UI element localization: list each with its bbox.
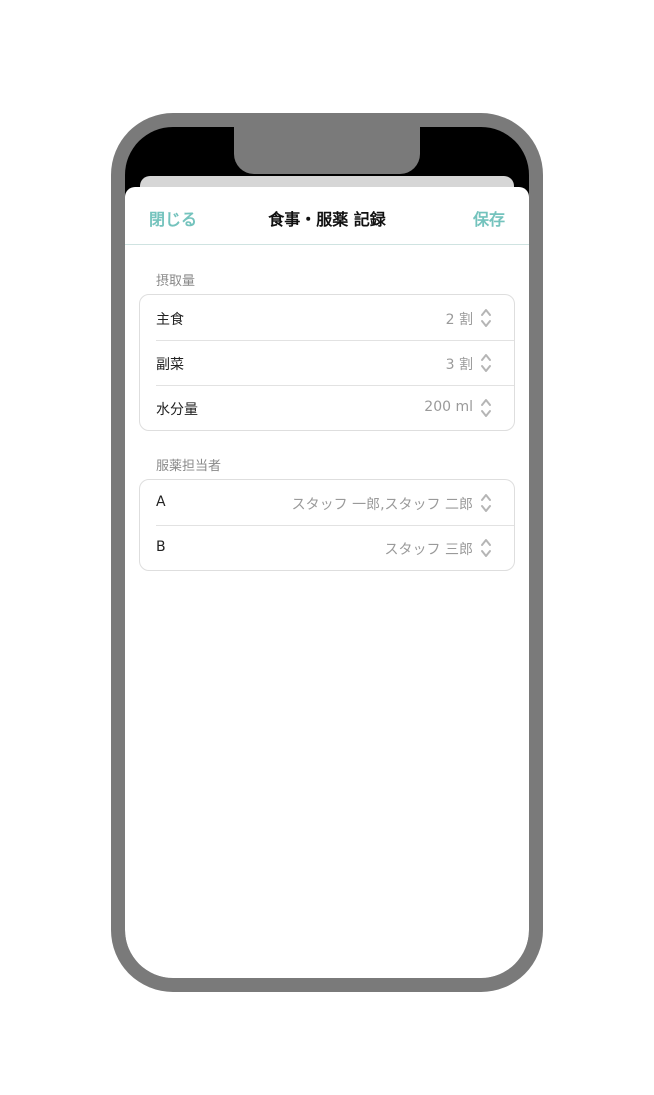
medication-row-b[interactable]: B スタッフ 三郎: [140, 525, 514, 570]
row-label: 主食: [156, 312, 184, 328]
row-value: 3 割: [445, 357, 473, 373]
row-label: A: [156, 494, 166, 510]
row-value: 2 割: [445, 312, 473, 328]
row-label: B: [156, 539, 166, 555]
intake-row-water[interactable]: 水分量 200 ml: [140, 385, 514, 430]
row-value: スタッフ 一郎,スタッフ 二郎: [291, 497, 473, 513]
row-value: 200 ml: [424, 399, 473, 415]
phone-notch: [234, 127, 420, 174]
chevron-up-down-icon[interactable]: [480, 352, 492, 374]
intake-row-side-dish[interactable]: 副菜 3 割: [140, 340, 514, 385]
phone-frame: 閉じる 食事・服薬 記録 保存 摂取量 主食 2 割 副菜 3 割 水分量 20…: [111, 113, 543, 992]
medication-row-a[interactable]: A スタッフ 一郎,スタッフ 二郎: [140, 480, 514, 525]
intake-section-header: 摂取量: [156, 274, 196, 289]
intake-row-staple[interactable]: 主食 2 割: [140, 295, 514, 340]
intake-group: 主食 2 割 副菜 3 割 水分量 200 ml: [139, 294, 515, 431]
row-label: 水分量: [156, 402, 198, 418]
row-value: スタッフ 三郎: [384, 542, 473, 558]
chevron-up-down-icon[interactable]: [480, 492, 492, 514]
medication-section-header: 服薬担当者: [156, 459, 222, 474]
navigation-bar: 閉じる 食事・服薬 記録 保存: [125, 187, 529, 245]
page-title: 食事・服薬 記録: [268, 210, 386, 229]
chevron-up-down-icon[interactable]: [480, 537, 492, 559]
chevron-up-down-icon[interactable]: [480, 307, 492, 329]
chevron-up-down-icon[interactable]: [480, 397, 492, 419]
row-label: 副菜: [156, 357, 184, 373]
medication-group: A スタッフ 一郎,スタッフ 二郎 B スタッフ 三郎: [139, 479, 515, 571]
phone-screen: 閉じる 食事・服薬 記録 保存 摂取量 主食 2 割 副菜 3 割 水分量 20…: [125, 127, 529, 978]
modal-sheet: 閉じる 食事・服薬 記録 保存 摂取量 主食 2 割 副菜 3 割 水分量 20…: [125, 187, 529, 978]
save-button[interactable]: 保存: [473, 206, 505, 230]
